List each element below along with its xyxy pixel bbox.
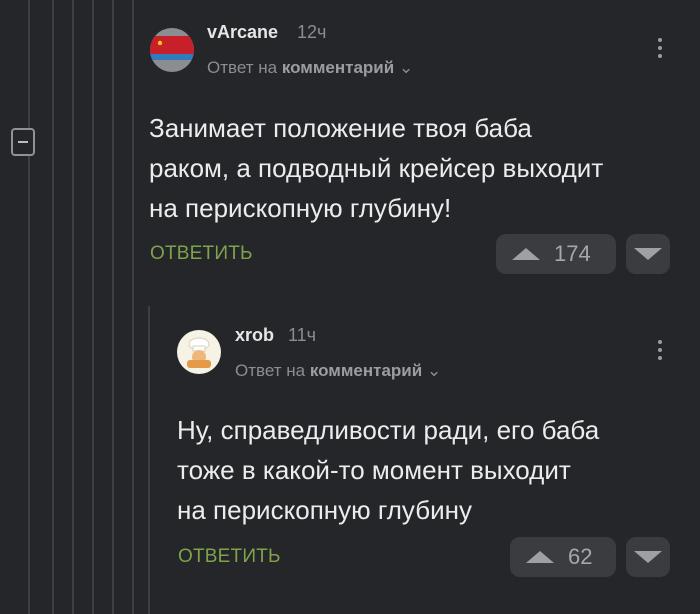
arrow-down-icon	[634, 248, 662, 260]
thread-line	[132, 0, 134, 614]
upvote-button[interactable]: 174	[496, 234, 616, 274]
arrow-down-icon	[634, 551, 662, 563]
reply-to-link[interactable]: Ответ на комментарий ⌄	[207, 58, 413, 78]
reply-to-target: комментарий	[309, 361, 423, 380]
more-vertical-icon[interactable]	[657, 340, 663, 364]
reply-to-link[interactable]: Ответ на комментарий ⌄	[235, 361, 441, 381]
arrow-up-icon	[526, 551, 554, 563]
comment-text-line: на перископную глубину	[177, 495, 473, 525]
comment-text-line: раком, а подводный крейсер выходит	[149, 153, 604, 183]
reply-to-prefix: Ответ на	[207, 58, 278, 77]
reply-to-target: комментарий	[281, 58, 395, 77]
chevron-down-icon: ⌄	[426, 361, 442, 380]
avatar[interactable]	[150, 28, 194, 72]
collapse-thread-button[interactable]	[11, 128, 35, 156]
thread-line	[112, 0, 114, 614]
thread-line	[28, 0, 30, 614]
arrow-up-icon	[512, 248, 540, 260]
timestamp: 12ч	[297, 22, 327, 42]
reply-button[interactable]: ОТВЕТИТЬ	[150, 243, 253, 265]
avatar[interactable]	[177, 330, 221, 374]
downvote-button[interactable]	[626, 537, 670, 577]
thread-line	[52, 0, 54, 614]
reply-button[interactable]: ОТВЕТИТЬ	[178, 546, 281, 568]
comment-text-line: тоже в какой-то момент выходит	[177, 455, 571, 485]
downvote-button[interactable]	[626, 234, 670, 274]
thread-line	[72, 0, 74, 614]
username[interactable]: vArcane	[207, 22, 278, 43]
chevron-down-icon: ⌄	[398, 58, 414, 77]
flag-icon	[150, 36, 194, 60]
vote-count: 174	[554, 241, 591, 266]
vote-count: 62	[568, 544, 593, 569]
chef-icon	[187, 337, 211, 368]
comment-text-line: Ну, справедливости ради, его баба	[177, 415, 600, 445]
comment-text-line: Занимает положение твоя баба	[149, 113, 532, 143]
upvote-button[interactable]: 62	[510, 537, 616, 577]
comment-text-line: на перископную глубину!	[149, 193, 452, 223]
username[interactable]: xrob	[235, 325, 274, 346]
reply-to-prefix: Ответ на	[235, 361, 306, 380]
timestamp: 11ч	[288, 325, 317, 345]
thread-line	[92, 0, 94, 614]
more-vertical-icon[interactable]	[657, 38, 663, 62]
thread-line	[148, 306, 150, 614]
